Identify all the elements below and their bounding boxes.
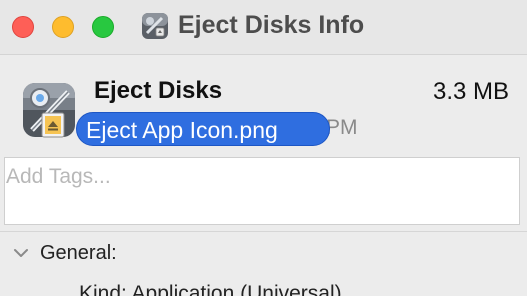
modified-date-partial: PM xyxy=(326,116,358,139)
close-button[interactable] xyxy=(12,16,34,38)
app-name: Eject Disks xyxy=(94,77,223,104)
info-window: Eject Disks Info Eject Disks 3.3 MB PM E… xyxy=(0,0,527,296)
tags-field[interactable] xyxy=(4,157,520,225)
dragged-file-label[interactable]: Eject App Icon.png xyxy=(76,112,330,146)
general-section-label: General: xyxy=(40,242,117,264)
dragged-file-name: Eject App Icon.png xyxy=(86,117,278,143)
app-icon[interactable] xyxy=(18,80,80,142)
zoom-button[interactable] xyxy=(92,16,114,38)
general-section-toggle[interactable]: General: xyxy=(10,242,210,268)
app-size: 3.3 MB xyxy=(432,78,509,105)
eject-file-badge xyxy=(41,112,65,138)
kind-row: Kind: Application (Universal) xyxy=(79,282,342,296)
minimize-button[interactable] xyxy=(52,16,74,38)
window-title: Eject Disks Info xyxy=(178,11,365,39)
chevron-down-icon xyxy=(14,249,28,257)
section-divider xyxy=(0,231,527,232)
tags-input[interactable] xyxy=(6,162,506,192)
title-bar[interactable]: Eject Disks Info xyxy=(0,0,527,55)
app-icon-small xyxy=(142,13,168,39)
